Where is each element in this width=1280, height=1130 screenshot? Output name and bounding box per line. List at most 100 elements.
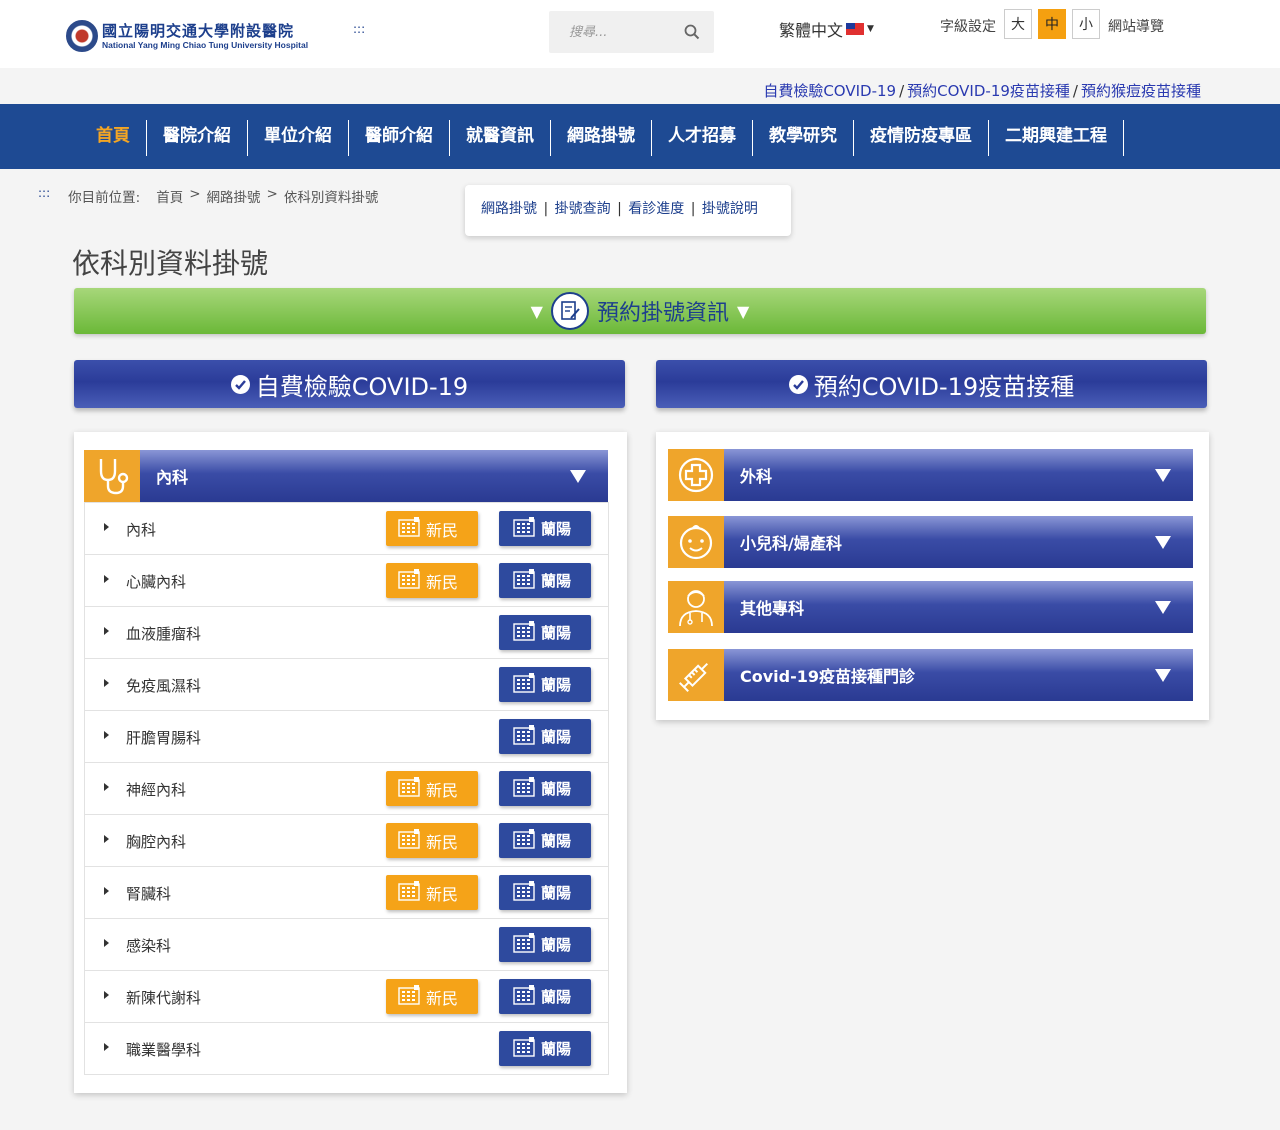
xinmin-branch-button[interactable]: 新民 (386, 771, 478, 806)
nav-item[interactable]: 醫師介紹 (349, 120, 450, 156)
subnav-registration-query[interactable]: 掛號查詢 (555, 201, 611, 217)
link-mpox-vaccine[interactable]: 預約猴痘疫苗接種 (1081, 82, 1201, 100)
lanyang-branch-button[interactable]: 蘭陽 (499, 1031, 591, 1066)
taiwan-flag-icon (846, 23, 865, 35)
search-icon[interactable] (684, 24, 700, 40)
department-row: 內科 新民 蘭陽 (85, 502, 608, 554)
appointment-info-label: 預約掛號資訊 (596, 301, 729, 326)
lanyang-branch-button[interactable]: 蘭陽 (499, 511, 591, 546)
building-icon (513, 984, 535, 1009)
department-name[interactable]: 職業醫學科 (126, 1039, 201, 1060)
building-icon (513, 568, 535, 593)
lanyang-branch-button[interactable]: 蘭陽 (499, 875, 591, 910)
department-name[interactable]: 免疫風濕科 (126, 675, 201, 696)
caret-right-icon (104, 575, 109, 583)
department-name[interactable]: 內科 (126, 519, 156, 540)
nav-item[interactable]: 就醫資訊 (450, 120, 551, 156)
subnav-registration-guide[interactable]: 掛號說明 (702, 201, 758, 217)
lanyang-branch-button[interactable]: 蘭陽 (499, 667, 591, 702)
xinmin-branch-button[interactable]: 新民 (386, 979, 478, 1014)
building-icon (513, 724, 535, 749)
nav-item[interactable]: 網路掛號 (551, 120, 652, 156)
department-name[interactable]: 感染科 (126, 935, 171, 956)
check-circle-icon (788, 374, 808, 394)
accesskey-content[interactable]: ::: (38, 186, 50, 206)
breadcrumb-separator: > (189, 186, 201, 202)
xinmin-label: 新民 (426, 780, 459, 800)
accesskey-header[interactable]: ::: (353, 22, 365, 36)
department-name[interactable]: 心臟內科 (126, 571, 186, 592)
nav-item[interactable]: 人才招募 (652, 120, 753, 156)
department-row: 感染科 蘭陽 (85, 918, 608, 970)
department-name[interactable]: 肝膽胃腸科 (126, 727, 201, 748)
breadcrumb: ::: 你目前位置: 首頁 > 網路掛號 > 依科別資料掛號 (38, 186, 378, 206)
category-3[interactable]: 其他專科 (668, 581, 1193, 633)
nav-item[interactable]: 疫情防疫專區 (854, 120, 989, 156)
department-name[interactable]: 血液腫瘤科 (126, 623, 201, 644)
link-covid-vaccine[interactable]: 預約COVID-19疫苗接種 (907, 82, 1070, 100)
xinmin-branch-button[interactable]: 新民 (386, 823, 478, 858)
lanyang-branch-button[interactable]: 蘭陽 (499, 719, 591, 754)
department-name[interactable]: 神經內科 (126, 779, 186, 800)
covid-test-button[interactable]: 自費檢驗COVID-19 (74, 360, 625, 408)
hospital-logo[interactable]: 國立陽明交通大學附設醫院 National Yang Ming Chiao Tu… (66, 20, 308, 52)
nav-item[interactable]: 二期興建工程 (989, 120, 1124, 156)
font-size-large-button[interactable]: 大 (1004, 9, 1032, 39)
xinmin-branch-button[interactable]: 新民 (386, 875, 478, 910)
triangle-down-icon (1155, 535, 1171, 549)
triangle-down-icon (570, 469, 586, 483)
top-links: 自費檢驗COVID-19/預約COVID-19疫苗接種 / 預約猴痘疫苗接種 (763, 80, 1201, 101)
lanyang-label: 蘭陽 (541, 884, 572, 902)
lanyang-branch-button[interactable]: 蘭陽 (499, 615, 591, 650)
xinmin-branch-button[interactable]: 新民 (386, 511, 478, 546)
link-covid-test[interactable]: 自費檢驗COVID-19 (763, 82, 896, 100)
caret-right-icon (104, 627, 109, 635)
building-icon (398, 828, 420, 853)
nav-item[interactable]: 首頁 (80, 120, 147, 156)
lanyang-branch-button[interactable]: 蘭陽 (499, 823, 591, 858)
subnav-clinic-progress[interactable]: 看診進度 (628, 201, 684, 217)
building-icon (513, 672, 535, 697)
caret-right-icon (104, 835, 109, 843)
department-row: 胸腔內科 新民 蘭陽 (85, 814, 608, 866)
font-size-medium-button[interactable]: 中 (1038, 9, 1066, 39)
breadcrumb-separator: > (266, 186, 278, 202)
department-row: 肝膽胃腸科 蘭陽 (85, 710, 608, 762)
appointment-info-bar[interactable]: ▼ 預約掛號資訊 ▼ (74, 288, 1206, 334)
font-size-small-button[interactable]: 小 (1072, 9, 1100, 39)
building-icon (513, 620, 535, 645)
xinmin-branch-button[interactable]: 新民 (386, 563, 478, 598)
caret-right-icon (104, 731, 109, 739)
lanyang-branch-button[interactable]: 蘭陽 (499, 979, 591, 1014)
doctor-icon (668, 581, 724, 633)
lanyang-label: 蘭陽 (541, 988, 572, 1006)
category-2[interactable]: 小兒科/婦產科 (668, 516, 1193, 568)
covid-test-label: 自費檢驗COVID-19 (255, 372, 469, 401)
lanyang-branch-button[interactable]: 蘭陽 (499, 927, 591, 962)
department-name[interactable]: 胸腔內科 (126, 831, 186, 852)
subnav-online-registration[interactable]: 網路掛號 (481, 201, 537, 217)
building-icon (513, 1036, 535, 1061)
lanyang-branch-button[interactable]: 蘭陽 (499, 563, 591, 598)
lanyang-branch-button[interactable]: 蘭陽 (499, 771, 591, 806)
caret-right-icon (104, 887, 109, 895)
nav-item[interactable]: 教學研究 (753, 120, 854, 156)
department-name[interactable]: 新陳代謝科 (126, 987, 201, 1008)
category-internal-medicine[interactable]: 內科 (84, 450, 608, 502)
lanyang-label: 蘭陽 (541, 1040, 572, 1058)
language-selector[interactable]: 繁體中文 ▼ (779, 17, 874, 41)
department-row: 腎臟科 新民 蘭陽 (85, 866, 608, 918)
nav-item[interactable]: 醫院介紹 (147, 120, 248, 156)
category-1[interactable]: 外科 (668, 449, 1193, 501)
sitemap-link[interactable]: 網站導覽 (1108, 16, 1164, 36)
category-4[interactable]: Covid-19疫苗接種門診 (668, 649, 1193, 701)
breadcrumb-online-registration[interactable]: 網路掛號 (207, 186, 261, 206)
triangle-down-icon (1155, 668, 1171, 682)
search-input[interactable] (549, 11, 679, 53)
nav-item[interactable]: 單位介紹 (248, 120, 349, 156)
building-icon (513, 776, 535, 801)
covid-vaccine-button[interactable]: 預約COVID-19疫苗接種 (656, 360, 1207, 408)
breadcrumb-home[interactable]: 首頁 (156, 186, 183, 206)
language-label: 繁體中文 (779, 21, 844, 40)
department-name[interactable]: 腎臟科 (126, 883, 171, 904)
